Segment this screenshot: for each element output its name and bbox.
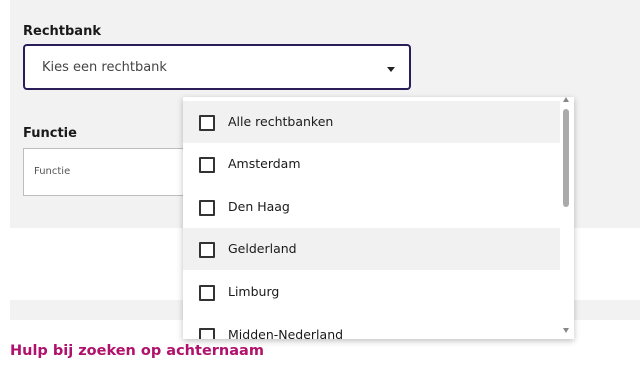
rechtbank-dropdown-list[interactable]: Alle rechtbanken Amsterdam Den Haag Geld… [183, 97, 574, 339]
checkbox-icon[interactable] [199, 115, 215, 131]
option-gelderland[interactable]: Gelderland [183, 228, 560, 270]
functie-input-placeholder: Functie [34, 166, 71, 177]
checkbox-icon[interactable] [199, 157, 215, 173]
checkbox-icon[interactable] [199, 200, 215, 216]
option-limburg[interactable]: Limburg [183, 271, 560, 313]
checkbox-icon[interactable] [199, 242, 215, 258]
option-label: Limburg [228, 284, 280, 299]
option-amsterdam[interactable]: Amsterdam [183, 143, 560, 185]
help-search-lastname-link[interactable]: Hulp bij zoeken op achternaam [10, 343, 264, 359]
option-label: Amsterdam [228, 156, 301, 171]
option-label: Alle rechtbanken [228, 114, 334, 129]
checkbox-icon[interactable] [199, 328, 215, 339]
rechtbank-label: Rechtbank [23, 24, 101, 39]
scrollbar-thumb[interactable] [563, 109, 569, 207]
rechtbank-select[interactable]: Kies een rechtbank [23, 44, 411, 90]
dropdown-scrollbar[interactable] [560, 97, 574, 339]
option-midden-nederland[interactable]: Midden-Nederland [183, 314, 560, 339]
option-den-haag[interactable]: Den Haag [183, 186, 560, 228]
functie-label: Functie [23, 126, 77, 141]
chevron-down-icon [387, 67, 395, 72]
checkbox-icon[interactable] [199, 285, 215, 301]
scroll-down-arrow-icon[interactable] [563, 328, 569, 333]
functie-input[interactable]: Functie [23, 148, 193, 196]
option-label: Den Haag [228, 199, 290, 214]
scroll-up-arrow-icon[interactable] [563, 97, 569, 102]
option-label: Midden-Nederland [228, 327, 344, 339]
rechtbank-select-placeholder: Kies een rechtbank [42, 60, 167, 75]
option-label: Gelderland [228, 241, 297, 256]
option-alle-rechtbanken[interactable]: Alle rechtbanken [183, 101, 560, 143]
